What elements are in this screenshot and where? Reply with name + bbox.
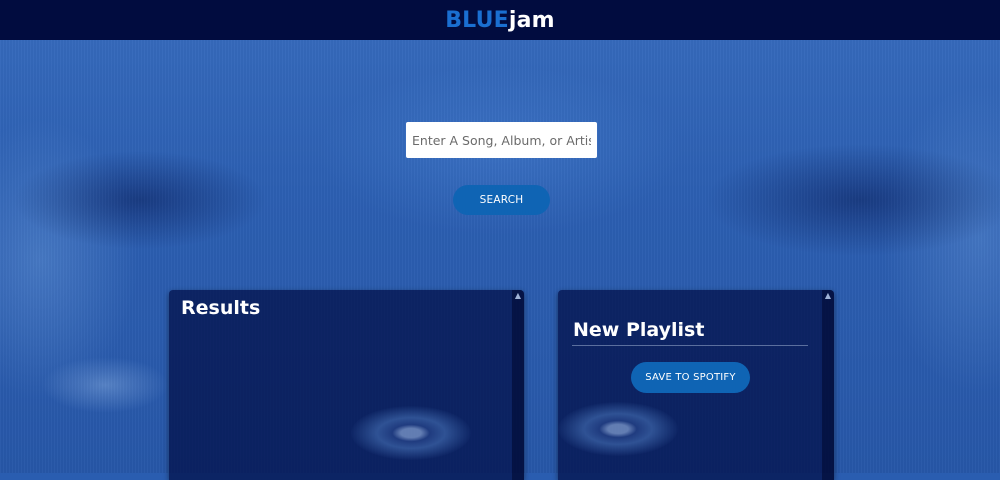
logo-blue-text: BLUE [445,7,509,33]
chevron-up-icon[interactable]: ▲ [513,291,523,301]
save-to-spotify-button[interactable]: SAVE TO SPOTIFY [631,362,750,393]
chevron-up-icon[interactable]: ▲ [823,291,833,301]
search-button[interactable]: SEARCH [453,185,550,215]
top-bar: BLUEjam [0,0,1000,40]
panel-background-eye [351,406,471,460]
playlist-name[interactable]: New Playlist [573,319,808,341]
playlist-divider [572,345,808,346]
app-logo: BLUEjam [445,8,555,33]
playlist-panel: New Playlist SAVE TO SPOTIFY ▲ [558,290,834,480]
panel-background-eye [558,402,678,456]
playlist-scrollbar[interactable]: ▲ [822,290,834,480]
search-input[interactable] [406,122,597,158]
results-panel: Results ▲ [169,290,524,480]
results-scrollbar[interactable]: ▲ [512,290,524,480]
logo-jam-text: jam [508,7,555,33]
results-title: Results [181,297,261,319]
